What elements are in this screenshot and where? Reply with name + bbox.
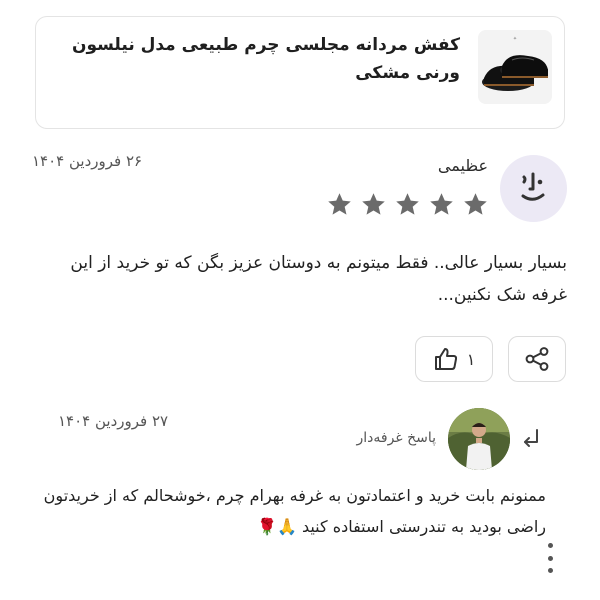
reviewer-name: عظیمی [437, 156, 488, 175]
reply-arrow-icon [524, 429, 538, 447]
reply-text: ممنونم بابت خرید و اعتمادتون به غرفه بهر… [43, 486, 546, 536]
rating-stars [326, 191, 489, 221]
star-icon [328, 193, 351, 215]
seller-reply-label: پاسخ غرفه‌دار [356, 430, 436, 446]
review-date: ۲۶ فروردین ۱۴۰۴ [32, 152, 143, 170]
review-text: بسیار بسیار عالی.. فقط میتونم به دوستان … [70, 253, 567, 305]
star-icon [430, 193, 453, 215]
star-icon [362, 193, 385, 215]
more-options-button[interactable] [539, 543, 561, 573]
share-button[interactable] [508, 336, 566, 382]
dot-icon [547, 568, 553, 573]
dot-icon [547, 543, 553, 548]
star-icon [396, 193, 419, 215]
thumbs-up-icon [434, 348, 457, 370]
seller-avatar [448, 408, 510, 470]
product-title[interactable]: کفش مردانه مجلسی چرم طبیعی مدل نیلسون ور… [60, 31, 460, 87]
like-count: ۱ [466, 349, 476, 369]
product-card[interactable]: ✦ کفش مردانه مجلسی چرم طبیعی مدل نیلسون … [35, 16, 565, 129]
svg-text:✦: ✦ [513, 36, 517, 42]
share-icon [525, 347, 549, 371]
like-button[interactable]: ۱ [415, 336, 493, 382]
reply-date: ۲۷ فروردین ۱۴۰۴ [58, 412, 169, 430]
reviewer-avatar [500, 155, 567, 222]
dot-icon [547, 555, 553, 561]
product-thumbnail[interactable]: ✦ [478, 30, 552, 104]
star-icon [464, 193, 487, 215]
